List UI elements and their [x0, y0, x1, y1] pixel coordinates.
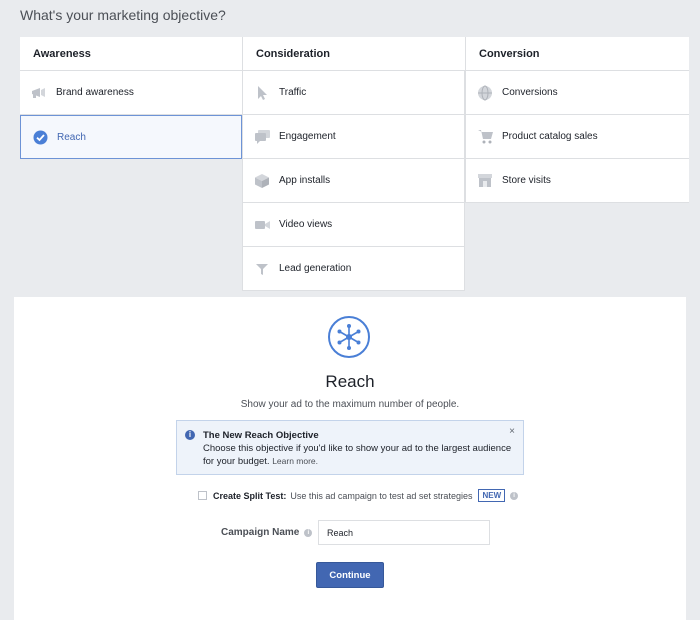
funnel-icon — [253, 260, 271, 278]
option-label: App installs — [279, 175, 331, 186]
option-video-views[interactable]: Video views — [243, 203, 465, 247]
option-store-visits[interactable]: Store visits — [466, 159, 689, 203]
cursor-icon — [253, 84, 271, 102]
option-label: Conversions — [502, 87, 558, 98]
help-icon[interactable]: i — [510, 491, 519, 500]
continue-button[interactable]: Continue — [316, 562, 384, 588]
close-icon[interactable]: × — [509, 426, 515, 437]
learn-more-link[interactable]: Learn more. — [272, 456, 318, 466]
info-icon: i — [185, 430, 195, 440]
campaign-name-input[interactable] — [318, 520, 490, 545]
option-label: Reach — [57, 131, 86, 143]
option-engagement[interactable]: Engagement — [243, 115, 465, 159]
objective-title: Reach — [325, 372, 375, 391]
column-heading-awareness: Awareness — [20, 37, 242, 71]
objective-grid: Awareness Brand awareness Reach Consider… — [20, 37, 689, 291]
option-label: Product catalog sales — [502, 131, 598, 142]
conversion-column: Conversion Conversions Product catalog s… — [465, 37, 689, 203]
option-label: Lead generation — [279, 263, 352, 274]
split-test-label: Create Split Test: — [213, 490, 287, 501]
option-conversions[interactable]: Conversions — [466, 71, 689, 115]
option-traffic[interactable]: Traffic — [243, 71, 465, 115]
speech-bubbles-icon — [253, 128, 271, 146]
info-title: The New Reach Objective — [203, 430, 319, 441]
new-badge: NEW — [478, 489, 506, 502]
column-heading-consideration: Consideration — [243, 37, 465, 71]
info-notice: i The New Reach Objective Choose this ob… — [176, 420, 524, 475]
option-brand-awareness[interactable]: Brand awareness — [20, 71, 242, 115]
option-reach[interactable]: Reach — [20, 115, 242, 159]
help-icon[interactable]: i — [304, 528, 313, 537]
campaign-name-label: Campaign Name i — [221, 527, 313, 538]
campaign-label-text: Campaign Name — [221, 527, 300, 538]
split-test-row: Create Split Test: Use this ad campaign … — [198, 489, 519, 502]
info-body: Choose this objective if you'd like to s… — [203, 442, 513, 468]
split-test-description: Use this ad campaign to test ad set stra… — [290, 490, 473, 501]
column-heading-conversion: Conversion — [466, 37, 689, 71]
reach-network-icon — [328, 316, 370, 358]
split-test-checkbox[interactable] — [198, 491, 207, 500]
option-label: Brand awareness — [56, 87, 134, 98]
option-lead-generation[interactable]: Lead generation — [243, 247, 465, 291]
option-label: Engagement — [279, 131, 336, 142]
option-app-installs[interactable]: App installs — [243, 159, 465, 203]
option-label: Store visits — [502, 175, 551, 186]
awareness-column: Awareness Brand awareness Reach — [20, 37, 242, 159]
store-icon — [476, 172, 494, 190]
page-title: What's your marketing objective? — [20, 7, 226, 23]
checkmark-circle-icon — [31, 128, 49, 146]
consideration-column: Consideration Traffic Engagement App ins… — [242, 37, 465, 291]
option-label: Video views — [279, 219, 333, 230]
globe-icon — [476, 84, 494, 102]
option-product-catalog-sales[interactable]: Product catalog sales — [466, 115, 689, 159]
option-label: Traffic — [279, 87, 307, 98]
objective-subtitle: Show your ad to the maximum number of pe… — [240, 399, 460, 410]
megaphone-icon — [30, 84, 48, 102]
info-text: Choose this objective if you'd like to s… — [203, 443, 512, 467]
box-icon — [253, 172, 271, 190]
shopping-cart-icon — [476, 128, 494, 146]
video-camera-icon — [253, 216, 271, 234]
